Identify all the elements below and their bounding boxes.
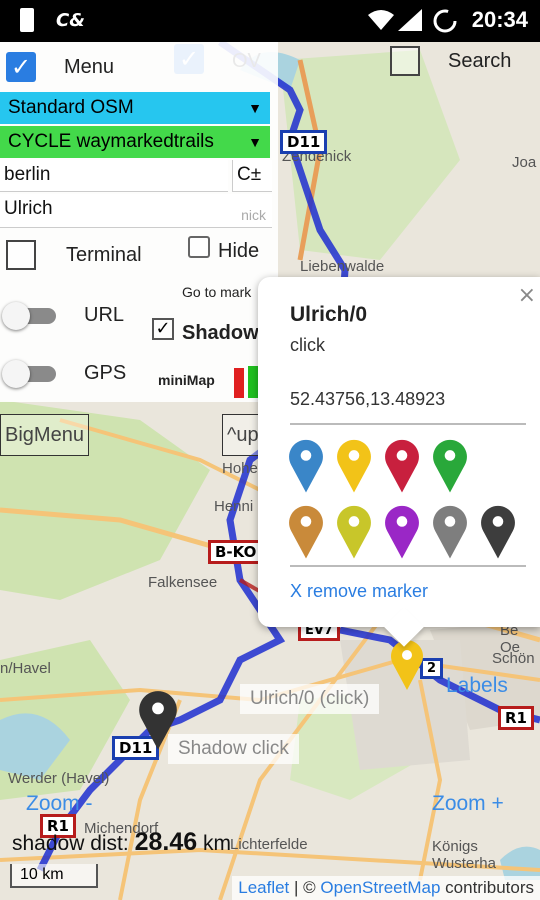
- attribution-tail: contributors: [445, 878, 534, 897]
- marker-color-option-icon[interactable]: [384, 437, 420, 493]
- place-label: Lichterfelde: [230, 836, 308, 853]
- popup-coordinates: 52.43756,13.48923: [290, 389, 446, 409]
- goto-mark-label[interactable]: Go to mark: [182, 284, 251, 300]
- menu-label: Menu: [64, 56, 115, 78]
- route-badge: D11: [280, 130, 328, 154]
- marker-color-option-icon[interactable]: [336, 437, 372, 493]
- route-badge: B-KO: [208, 540, 264, 564]
- remove-marker-link[interactable]: X remove marker: [290, 581, 428, 602]
- name-hint: nick: [241, 207, 266, 223]
- base-layer-select[interactable]: Standard OSM ▼: [0, 92, 270, 124]
- place-label: Liebenwalde: [300, 258, 385, 275]
- shadow-label: Shadow: [182, 322, 259, 344]
- base-layer-value: Standard OSM: [8, 97, 134, 118]
- terminal-checkbox[interactable]: [6, 240, 36, 270]
- marker-popup: × Ulrich/0 click 52.43756,13.48923 X rem…: [258, 277, 540, 647]
- signal-icon: [398, 9, 422, 31]
- search-go-button[interactable]: C±: [232, 160, 272, 192]
- marker-color-option-icon[interactable]: [432, 503, 468, 559]
- url-toggle[interactable]: [2, 302, 56, 330]
- place-label: Werder (Havel): [8, 770, 110, 787]
- place-label: Henni: [214, 498, 254, 515]
- hide-label: Hide: [218, 240, 260, 262]
- minimap-label[interactable]: miniMap: [158, 372, 215, 388]
- url-label: URL: [84, 304, 125, 326]
- search-checkbox[interactable]: [390, 46, 420, 76]
- marker-color-option-icon[interactable]: [432, 437, 468, 493]
- ghost-label: Ulrich/0 (click): [240, 684, 380, 714]
- sim-icon: [20, 8, 34, 32]
- divider: [290, 423, 526, 425]
- marker-yellow-icon[interactable]: [390, 638, 424, 690]
- route-badge: R1: [498, 706, 534, 730]
- name-input[interactable]: Ulrich nick: [0, 194, 272, 228]
- hide-checkbox[interactable]: [188, 236, 210, 258]
- labels-link[interactable]: Labels: [446, 674, 508, 698]
- marker-color-option-icon[interactable]: [480, 503, 516, 559]
- chevron-down-icon: ▼: [248, 134, 262, 150]
- gps-label: GPS: [84, 362, 127, 384]
- shadow-click-label: Shadow click: [168, 734, 299, 764]
- popup-title: Ulrich/0: [290, 303, 368, 326]
- shadow-dist-unit: km: [202, 832, 231, 855]
- chevron-down-icon: ▼: [248, 100, 262, 116]
- bigmenu-button[interactable]: BigMenu: [0, 414, 89, 456]
- loading-icon: [433, 9, 457, 33]
- zoom-out-button[interactable]: Zoom -: [26, 792, 93, 816]
- divider: [290, 565, 526, 567]
- popup-subtitle: click: [290, 335, 325, 355]
- place-label: Königs Wusterha: [432, 838, 496, 872]
- marker-color-option-icon[interactable]: [288, 503, 324, 559]
- attribution: Leaflet | © OpenStreetMap contributors: [232, 876, 540, 900]
- wifi-icon: [368, 10, 394, 30]
- zoom-in-button[interactable]: Zoom +: [432, 792, 504, 816]
- clock: 20:34: [471, 7, 528, 32]
- gps-toggle[interactable]: [2, 360, 56, 388]
- place-label: Hohe: [222, 460, 258, 477]
- shadow-dist-label: shadow dist:: [12, 832, 129, 855]
- search-input[interactable]: berlin: [0, 160, 228, 192]
- attribution-separator: | ©: [294, 878, 316, 897]
- status-bar: C& 20:34: [0, 0, 540, 42]
- overlay-layer-select[interactable]: CYCLE waymarkedtrails ▼: [0, 126, 270, 158]
- place-label: n/Havel: [0, 660, 51, 677]
- shadow-distance: shadow dist: 28.46 km: [12, 828, 231, 857]
- marker-color-option-icon[interactable]: [288, 437, 324, 493]
- close-icon[interactable]: ×: [518, 283, 536, 308]
- scale-label: 10 km: [20, 866, 64, 883]
- menu-checkbox[interactable]: ✓: [6, 52, 36, 82]
- shadow-checkbox[interactable]: ✓: [152, 318, 174, 340]
- osm-link[interactable]: OpenStreetMap: [320, 878, 440, 897]
- app-logo-icon: C&: [56, 10, 85, 31]
- shadow-dist-value: 28.46: [134, 828, 198, 856]
- leaflet-link[interactable]: Leaflet: [238, 878, 289, 897]
- menu-panel: ✓ Menu Standard OSM ▼ CYCLE waymarkedtra…: [0, 42, 278, 402]
- place-label: Falkensee: [148, 574, 218, 591]
- scale-bar: 10 km: [10, 864, 98, 888]
- marker-color-option-icon[interactable]: [336, 503, 372, 559]
- overlay-layer-value: CYCLE waymarkedtrails: [8, 131, 214, 152]
- marker-color-grid: [288, 437, 528, 561]
- marker-color-option-icon[interactable]: [384, 503, 420, 559]
- search-label: Search: [448, 50, 512, 72]
- terminal-label: Terminal: [66, 244, 142, 266]
- name-value: Ulrich: [4, 198, 53, 219]
- place-label: Joa: [512, 154, 537, 171]
- place-label: Be Oe: [500, 622, 521, 656]
